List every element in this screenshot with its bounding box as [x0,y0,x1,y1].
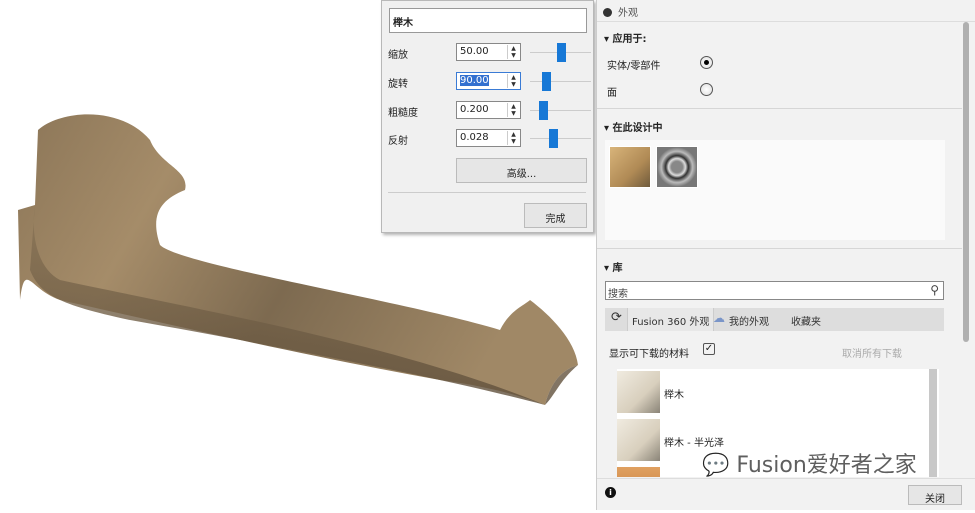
slider-thumb[interactable] [556,43,566,62]
metal-swatch[interactable] [656,146,698,188]
done-button[interactable]: 完成 [524,203,587,228]
material-thumbnail [617,419,660,461]
spinner-icon[interactable]: ▲ ▼ [507,131,519,145]
collapse-icon[interactable] [603,8,612,17]
rotation-row: 旋转 90.00 ▲ ▼ [388,72,591,92]
body-radio[interactable] [700,56,713,69]
divider [597,248,962,249]
scale-row: 缩放 50.00 ▲ ▼ [388,43,591,63]
rotation-value: 90.00 [460,75,489,86]
material-name: 榉木 [664,390,684,401]
material-thumbnail [617,371,660,413]
rotation-slider[interactable] [530,72,591,91]
design-appearances [605,140,945,240]
material-thumbnail [617,467,660,477]
spinner-icon[interactable]: ▲ ▼ [507,74,519,88]
roughness-label: 粗糙度 [388,108,418,119]
panel-footer: i 关闭 [597,478,975,510]
roughness-input[interactable]: 0.200 ▲ ▼ [456,101,521,119]
slider-thumb[interactable] [539,101,549,120]
roughness-value: 0.200 [460,104,489,115]
tab-my-appearances[interactable]: 我的外观 [725,308,773,331]
wood-swatch[interactable] [609,146,651,188]
library-tabs: ⟳ Fusion 360 外观 ☁ 我的外观 收藏夹 [605,308,944,331]
body-option-label: 实体/零部件 [607,61,661,72]
panel-title: 外观 [618,8,638,19]
spinner-icon[interactable]: ▲ ▼ [507,103,519,117]
scale-label: 缩放 [388,50,408,61]
info-icon[interactable]: i [605,487,616,498]
reflectance-input[interactable]: 0.028 ▲ ▼ [456,129,521,147]
reflectance-slider[interactable] [530,129,591,148]
appearance-panel: 外观 ▾ 应用于: 实体/零部件 面 ▾ 在此设计中 ▾ 库 搜索 ⚲ ⟳ Fus… [596,0,975,510]
apply-to-section[interactable]: ▾ 应用于: [604,30,647,45]
reflectance-row: 反射 0.028 ▲ ▼ [388,129,591,149]
search-placeholder: 搜索 [608,289,628,300]
reflectance-label: 反射 [388,136,408,147]
slider-thumb[interactable] [548,129,558,148]
scale-slider[interactable] [530,43,591,62]
material-name-field[interactable]: 榉木 [389,8,587,33]
panel-scrollbar[interactable] [963,22,969,342]
face-radio[interactable] [700,83,713,96]
rotation-label: 旋转 [388,79,408,90]
tab-fusion-appearances[interactable]: Fusion 360 外观 [627,308,715,331]
watermark-text: Fusion爱好者之家 [736,453,917,478]
list-scrollbar[interactable] [929,369,937,477]
in-design-section[interactable]: ▾ 在此设计中 [604,119,663,134]
panel-header: 外观 [597,0,975,22]
scale-input[interactable]: 50.00 ▲ ▼ [456,43,521,61]
rotation-input[interactable]: 90.00 ▲ ▼ [456,72,521,90]
cancel-downloads-link[interactable]: 取消所有下载 [842,345,902,360]
divider [597,108,962,109]
scale-value: 50.00 [460,46,489,57]
slider-thumb[interactable] [542,72,552,91]
watermark: 💬 Fusion爱好者之家 [702,447,917,479]
tab-favorites[interactable]: 收藏夹 [787,308,825,331]
in-design-heading: 在此设计中 [612,123,663,134]
wechat-icon: 💬 [702,453,730,478]
library-search-input[interactable]: 搜索 ⚲ [605,281,944,300]
roughness-row: 粗糙度 0.200 ▲ ▼ [388,101,591,121]
roughness-slider[interactable] [530,101,591,120]
reflectance-value: 0.028 [460,132,489,143]
advanced-button[interactable]: 高级... [456,158,587,183]
refresh-icon[interactable]: ⟳ [607,308,626,331]
list-item[interactable]: 榉木 [617,369,929,415]
close-button[interactable]: 关闭 [908,485,962,505]
library-section[interactable]: ▾ 库 [604,259,623,274]
library-heading: 库 [612,263,623,274]
face-option-label: 面 [607,88,617,99]
appearance-editor-dialog: 榉木 缩放 50.00 ▲ ▼ 旋转 90.00 ▲ ▼ 粗糙度 0.200 ▲ ▼ 反射 … [381,0,594,233]
show-downloadable-label: 显示可下载的材料 [609,349,689,360]
spinner-icon[interactable]: ▲ ▼ [507,45,519,59]
divider [388,192,586,193]
apply-to-heading: 应用于: [612,34,647,45]
search-icon[interactable]: ⚲ [930,283,939,297]
show-downloadable-checkbox[interactable]: ✓ [703,343,715,355]
